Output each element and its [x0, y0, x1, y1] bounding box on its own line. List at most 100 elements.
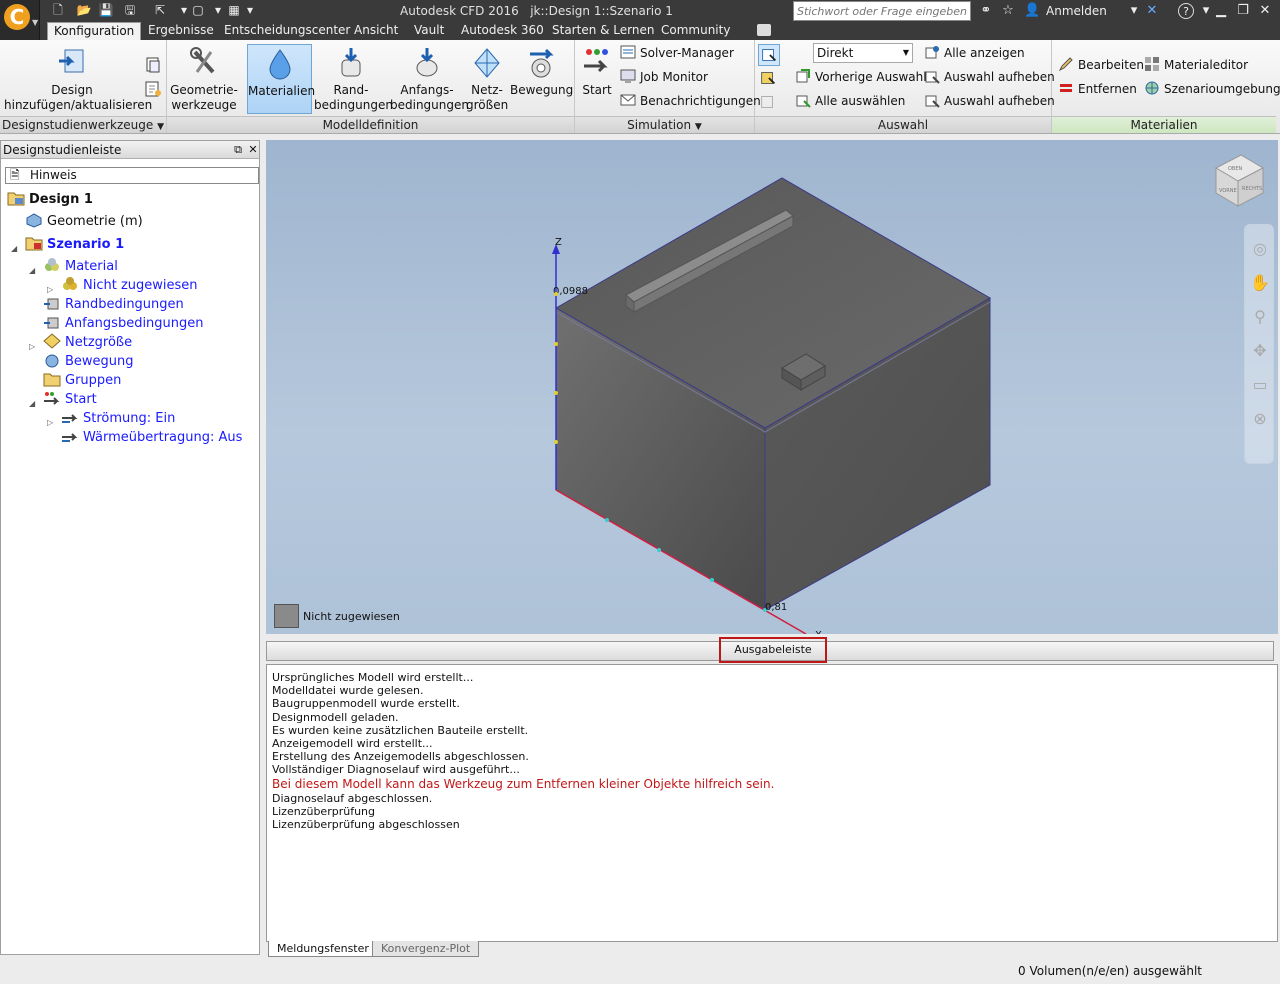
- tree-item-initial[interactable]: Anfangsbedingungen: [43, 314, 204, 332]
- design-review-icon[interactable]: [144, 80, 162, 98]
- save-all-icon[interactable]: 🖫: [122, 3, 138, 18]
- deselect-button-2[interactable]: Auswahl aufheben: [924, 91, 1055, 111]
- job-monitor-button[interactable]: Job Monitor: [620, 67, 708, 87]
- zoom-icon[interactable]: ⚲: [1250, 307, 1270, 327]
- select-edge-icon[interactable]: [758, 92, 780, 114]
- model-canvas[interactable]: Z 0,0988 0,81 X OBEN VORNE RECHTS: [266, 140, 1278, 634]
- deselect-icon: [925, 95, 940, 108]
- collapsed-icon[interactable]: ▷: [47, 414, 53, 432]
- tab-vault[interactable]: Vault: [408, 22, 450, 40]
- material-editor-button[interactable]: Materialeditor: [1144, 55, 1248, 75]
- hint-field[interactable]: 🗎 Hinweis: [5, 167, 259, 184]
- geometry-icon: [26, 213, 42, 228]
- collapsed-icon[interactable]: ▷: [29, 338, 35, 356]
- edit-material-button[interactable]: Bearbeiten: [1058, 55, 1144, 75]
- orbit-icon[interactable]: ✥: [1250, 341, 1270, 361]
- ribbon-options-icon[interactable]: [757, 24, 771, 36]
- undock-icon[interactable]: ⧉: [231, 142, 245, 157]
- tab-convergence-plot[interactable]: Konvergenz-Plot: [372, 941, 480, 957]
- tab-ergebnisse[interactable]: Ergebnisse: [142, 22, 220, 40]
- tree-item-flow[interactable]: ▷ Strömung: Ein: [47, 409, 175, 427]
- tab-konfiguration[interactable]: Konfiguration: [47, 22, 142, 40]
- deselect-button-1[interactable]: Auswahl aufheben: [924, 67, 1055, 87]
- new-file-icon[interactable]: 🗋: [50, 3, 66, 18]
- design-add-button[interactable]: Design hinzufügen/aktualisieren: [4, 44, 152, 114]
- close-button[interactable]: ✕: [1254, 2, 1276, 20]
- tab-entscheidungscenter[interactable]: Entscheidungscenter: [218, 22, 356, 40]
- group-label-designstudienwerkzeuge[interactable]: Designstudienwerkzeuge ▼: [0, 116, 166, 133]
- scenario-environment-button[interactable]: Szenarioumgebung: [1144, 79, 1280, 99]
- tree-item-geometry[interactable]: Geometrie (m): [25, 212, 143, 230]
- select-all-button[interactable]: Alle auswählen: [795, 91, 905, 111]
- tree-item-heat-transfer[interactable]: Wärmeübertragung: Aus: [61, 428, 242, 446]
- remove-material-button[interactable]: Entfernen: [1058, 79, 1137, 99]
- tab-autodesk360[interactable]: Autodesk 360: [455, 22, 550, 40]
- solver-manager-button[interactable]: Solver-Manager: [620, 43, 734, 63]
- geometry-tools-button[interactable]: Geometrie- werkzeuge: [169, 44, 239, 114]
- notifications-button[interactable]: Benachrichtigungen: [620, 91, 761, 111]
- steering-wheel-icon[interactable]: ◎: [1250, 239, 1270, 259]
- qa-dropdown-icon[interactable]: ▾: [210, 3, 226, 18]
- expanded-icon[interactable]: ◢: [29, 262, 35, 280]
- restore-button[interactable]: ❐: [1232, 2, 1254, 20]
- chevron-down-icon: ▼: [902, 48, 909, 57]
- output-bar-label[interactable]: Ausgabeleiste: [719, 637, 827, 663]
- tree-item-mesh[interactable]: ▷ Netzgröße: [29, 333, 132, 351]
- tree-item-unassigned[interactable]: ▷ Nicht zugewiesen: [47, 276, 198, 294]
- cube-icon[interactable]: ▢: [190, 3, 206, 18]
- previous-selection-button[interactable]: Vorherige Auswahl: [795, 67, 927, 87]
- star-icon[interactable]: ☆: [1000, 3, 1016, 19]
- materials-button[interactable]: Materialien: [247, 44, 315, 114]
- import-icon[interactable]: ⇱: [152, 3, 168, 18]
- boundary-icon: [341, 48, 361, 77]
- tab-community[interactable]: Community: [655, 22, 736, 40]
- initial-conditions-button[interactable]: Anfangs- bedingungen: [390, 44, 469, 114]
- save-icon[interactable]: 💾: [98, 3, 114, 18]
- tree-item-groups[interactable]: Gruppen: [43, 371, 121, 389]
- selection-mode-select[interactable]: Direkt ▼: [813, 43, 913, 63]
- minimize-button[interactable]: ▁: [1210, 2, 1232, 20]
- model-viewport[interactable]: Z 0,0988 0,81 X OBEN VORNE RECHTS ◎: [266, 140, 1278, 634]
- design-copy-icon[interactable]: [144, 56, 162, 74]
- select-volume-icon[interactable]: [758, 44, 780, 66]
- grid-icon[interactable]: ▦: [226, 3, 242, 18]
- select-surface-icon[interactable]: [758, 68, 780, 90]
- close-nav-icon[interactable]: ⊗: [1250, 409, 1270, 429]
- chevron-down-icon[interactable]: ▾: [1126, 3, 1142, 19]
- help-search-input[interactable]: [793, 1, 971, 21]
- model-box[interactable]: [554, 177, 991, 611]
- view-cube[interactable]: OBEN VORNE RECHTS: [1214, 154, 1265, 207]
- binoculars-icon[interactable]: ⚭: [978, 3, 994, 19]
- group-label-simulation[interactable]: Simulation ▼: [575, 116, 754, 133]
- tree-item-boundary[interactable]: Randbedingungen: [43, 295, 184, 313]
- tree-item-scenario[interactable]: ◢ Szenario 1: [11, 235, 124, 253]
- help-icon[interactable]: ?: [1178, 3, 1194, 19]
- tab-starten-lernen[interactable]: Starten & Lernen: [546, 22, 660, 40]
- exchange-icon[interactable]: ✕: [1144, 3, 1160, 19]
- tree-item-material[interactable]: ◢ Material: [29, 257, 118, 275]
- output-line: Es wurden keine zusätzlichen Bauteile er…: [272, 723, 529, 737]
- qa-dropdown-icon[interactable]: ▾: [242, 3, 258, 18]
- tree-item-motion[interactable]: Bewegung: [43, 352, 134, 370]
- tab-ansicht[interactable]: Ansicht: [348, 22, 404, 40]
- viewcube-right-label: RECHTS: [1242, 186, 1262, 192]
- solver-icon: [620, 45, 636, 59]
- close-icon[interactable]: ✕: [246, 142, 260, 157]
- boundary-conditions-button[interactable]: Rand- bedingungen: [314, 44, 393, 114]
- look-at-icon[interactable]: ▭: [1250, 375, 1270, 395]
- open-folder-icon[interactable]: 📂: [76, 3, 92, 18]
- signin-button[interactable]: Anmelden: [1046, 4, 1107, 18]
- pan-hand-icon[interactable]: ✋: [1250, 273, 1270, 293]
- message-window: Ursprüngliches Modell wird erstellt... M…: [266, 664, 1278, 942]
- tree-item-start[interactable]: ◢ Start: [29, 390, 97, 408]
- tab-message-window[interactable]: Meldungsfenster: [268, 941, 378, 957]
- tree-item-design[interactable]: Design 1: [7, 190, 93, 208]
- expanded-icon[interactable]: ◢: [29, 395, 35, 413]
- output-bar[interactable]: Ausgabeleiste: [266, 637, 1274, 663]
- expanded-icon[interactable]: ◢: [11, 240, 17, 258]
- mesh-sizes-button[interactable]: Netz- größen: [466, 44, 508, 114]
- motion-button[interactable]: Bewegung: [510, 44, 573, 114]
- show-all-button[interactable]: Alle anzeigen: [924, 43, 1025, 63]
- start-simulation-button[interactable]: Start: [578, 44, 616, 114]
- app-menu-button[interactable]: C ▼: [0, 0, 40, 40]
